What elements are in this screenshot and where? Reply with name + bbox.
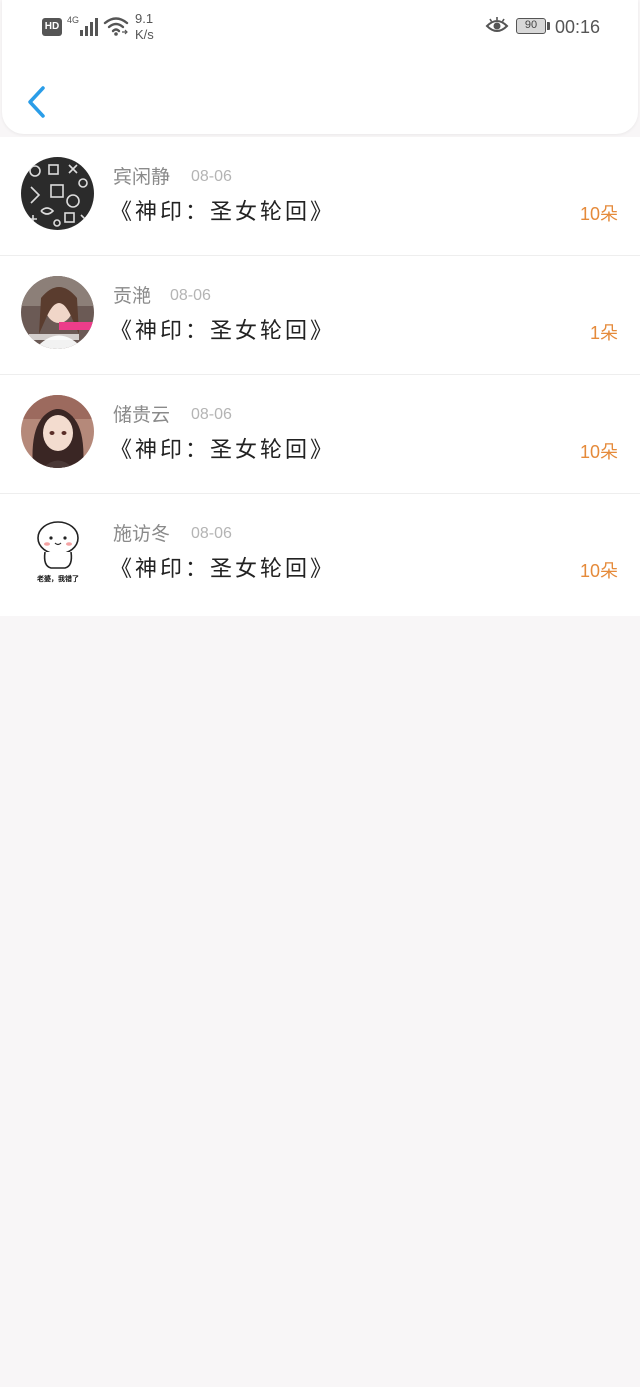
list-item[interactable]: 贡滟 08-06 《神印：圣女轮回》 1朵 [0, 256, 640, 375]
gift-amount: 10朵 [579, 204, 618, 224]
gift-amount: 10朵 [579, 561, 618, 581]
gift-date: 08-06 [191, 525, 232, 542]
network-speed-value: 9.1 [135, 11, 154, 26]
battery-tip [547, 22, 550, 30]
gift-date: 08-06 [191, 168, 232, 185]
list-item[interactable]: 老婆，我错了 施访冬 08-06 《神印：圣女轮回》 10朵 [0, 494, 640, 616]
gift-record-list: 宾闲静 08-06 《神印：圣女轮回》 10朵 贡滟 08-06 《神印：圣女轮… [0, 137, 640, 616]
status-bar: HD 4G 9.1 K/s 90 00:16 [2, 0, 638, 56]
avatar[interactable] [21, 276, 94, 349]
gift-amount: 1朵 [589, 323, 618, 343]
avatar-caption: 老婆，我错了 [36, 574, 79, 583]
eye-icon [485, 17, 509, 32]
list-item[interactable]: 宾闲静 08-06 《神印：圣女轮回》 10朵 [0, 137, 640, 256]
user-name: 储贵云 [113, 404, 171, 426]
book-title: 《神印：圣女轮回》 [110, 200, 336, 225]
battery-icon: 90 [516, 18, 546, 34]
book-title: 《神印：圣女轮回》 [110, 438, 336, 463]
wifi-icon [103, 17, 129, 36]
gift-date: 08-06 [170, 287, 211, 304]
avatar[interactable]: 老婆，我错了 [21, 514, 94, 587]
network-speed-unit: K/s [135, 27, 154, 42]
user-name: 宾闲静 [113, 166, 171, 188]
book-title: 《神印：圣女轮回》 [110, 319, 336, 344]
avatar[interactable] [21, 157, 94, 230]
clock: 00:16 [555, 17, 601, 37]
screen: HD 4G 9.1 K/s 90 00:16 宾闲静 08-06 《神印：圣女轮… [0, 0, 640, 1387]
book-title: 《神印：圣女轮回》 [110, 557, 336, 582]
avatar[interactable] [21, 395, 94, 468]
user-name: 施访冬 [113, 523, 171, 545]
list-item[interactable]: 储贵云 08-06 《神印：圣女轮回》 10朵 [0, 375, 640, 494]
hd-badge: HD [42, 18, 62, 36]
user-name: 贡滟 [113, 285, 152, 307]
signal-icon: 4G [67, 15, 98, 36]
gift-amount: 10朵 [579, 442, 618, 462]
network-speed: 9.1 K/s [135, 11, 169, 43]
gift-date: 08-06 [191, 406, 232, 423]
network-type: 4G [67, 15, 79, 25]
header: HD 4G 9.1 K/s 90 00:16 [2, 0, 638, 134]
back-button[interactable] [20, 80, 56, 124]
